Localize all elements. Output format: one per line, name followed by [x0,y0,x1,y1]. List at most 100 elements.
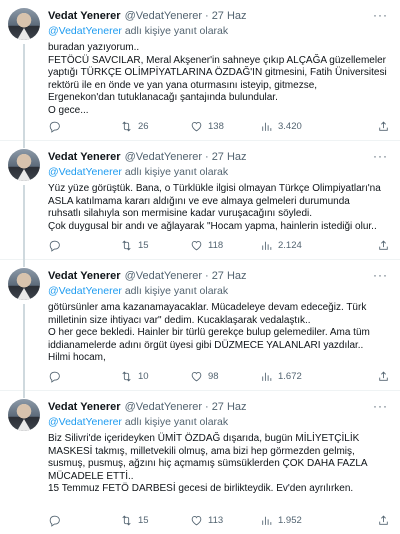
more-options-icon[interactable]: ··· [373,399,388,413]
heart-icon [191,371,202,381]
more-options-icon[interactable]: ··· [373,8,388,22]
reply-button[interactable] [48,120,120,133]
reply-context-text: adlı kişiye yanıt olarak [121,166,229,178]
tweet-text-line: buradan yazıyorum.. [48,42,140,53]
tweet-header: Vedat Yenerer @VedatYenerer · 27 Haz [48,268,390,284]
tweet-text: Biz Silivri'de içerideyken ÜMİT ÖZDAĞ dı… [48,433,390,496]
author-handle[interactable]: @VedatYenerer [125,151,202,163]
retweet-count: 26 [138,120,149,132]
retweet-icon [122,121,131,131]
tweet-text-line: iddianamelerde adını örgüt üyesi gibi DÜ… [48,339,364,351]
like-button[interactable]: 138 [190,120,260,133]
reply-button[interactable] [48,514,120,527]
tweet-text-line: Çok duygusal bir andı ve ağlayarak "Hoca… [48,220,377,232]
like-count: 113 [208,514,224,526]
reply-context: @VedatYenerer adlı kişiye yanıt olarak [48,165,390,180]
tweet-thread: ··· Vedat Yenerer @VedatYenerer · 27 Haz… [0,0,400,534]
separator-dot: · [205,10,209,22]
more-options-icon[interactable]: ··· [373,268,388,282]
tweet[interactable]: ··· Vedat Yenerer @VedatYenerer · 27 Haz… [0,391,400,534]
heart-icon [191,121,202,131]
reply-button[interactable] [48,370,120,383]
separator-dot: · [205,151,209,163]
tweet-text-line: Yüz yüze görüştük. Bana, o Türklükle ilg… [48,183,381,194]
avatar[interactable] [8,8,40,40]
share-icon [379,121,388,131]
views-count: 3.420 [278,120,302,132]
reply-mention-link[interactable]: @VedatYenerer [48,416,122,428]
reply-context-text: adlı kişiye yanıt olarak [121,25,229,37]
tweet-actions: 15 118 2.124 [48,237,390,253]
avatar[interactable] [8,149,40,181]
reply-mention-link[interactable]: @VedatYenerer [48,166,122,178]
tweet-date[interactable]: 27 Haz [212,401,247,413]
separator-dot: · [205,401,209,413]
tweet-text-line: Biz Silivri'de içerideyken ÜMİT ÖZDAĞ dı… [48,433,360,444]
author-name[interactable]: Vedat Yenerer [48,270,121,282]
share-button[interactable] [377,120,390,133]
retweet-count: 10 [138,370,149,382]
reply-mention-link[interactable]: @VedatYenerer [48,25,122,37]
author-handle[interactable]: @VedatYenerer [125,10,202,22]
views-button[interactable]: 2.124 [260,239,346,252]
tweet[interactable]: ··· Vedat Yenerer @VedatYenerer · 27 Haz… [0,141,400,267]
reply-button[interactable] [48,239,120,252]
views-chart-icon [262,372,272,381]
tweet-text: Yüz yüze görüştük. Bana, o Türklükle ilg… [48,183,390,233]
author-handle[interactable]: @VedatYenerer [125,401,202,413]
share-button[interactable] [377,514,390,527]
share-icon [379,240,388,250]
like-count: 98 [208,370,219,382]
tweet-text-line: milletinin size ihtiyacı var" dedim. Kuc… [48,314,311,326]
thread-connector-line [23,44,25,148]
views-button[interactable]: 3.420 [260,120,346,133]
author-name[interactable]: Vedat Yenerer [48,10,121,22]
tweet-date[interactable]: 27 Haz [212,270,247,282]
author-name[interactable]: Vedat Yenerer [48,151,121,163]
separator-dot: · [205,270,209,282]
views-chart-icon [262,516,272,525]
like-button[interactable]: 118 [190,239,260,252]
retweet-button[interactable]: 26 [120,120,190,133]
tweet-text-line: ASLA katılmama kararı aldığını ve eve al… [48,195,350,207]
tweet-text-line: FETÖCÜ SAVCILAR, Meral Akşener'in sahney… [48,54,386,66]
author-handle[interactable]: @VedatYenerer [125,270,202,282]
retweet-icon [122,515,131,525]
reply-icon [49,240,60,252]
tweet-actions: 15 113 1.952 [48,512,390,528]
tweet-text: götürsünler ama kazanamayacaklar. Mücade… [48,302,390,365]
tweet-text-line: susmuş, pusmuş, ağzını hiç açmamış sümsü… [48,458,368,470]
tweet-header: Vedat Yenerer @VedatYenerer · 27 Haz [48,399,390,415]
tweet-text-line: götürsünler ama kazanamayacaklar. Mücade… [48,302,367,313]
tweet[interactable]: ··· Vedat Yenerer @VedatYenerer · 27 Haz… [0,260,400,398]
tweet[interactable]: ··· Vedat Yenerer @VedatYenerer · 27 Haz… [0,0,400,148]
like-button[interactable]: 113 [190,514,260,527]
retweet-button[interactable]: 15 [120,239,190,252]
reply-icon [49,121,60,133]
tweet-text-line: 15 Temmuz FETÖ DARBESİ gecesi de birlikt… [48,483,354,495]
avatar[interactable] [8,399,40,431]
reply-context: @VedatYenerer adlı kişiye yanıt olarak [48,24,390,39]
like-button[interactable]: 98 [190,370,260,383]
retweet-button[interactable]: 10 [120,370,190,383]
tweet-date[interactable]: 27 Haz [212,151,247,163]
more-options-icon[interactable]: ··· [373,149,388,163]
reply-mention-link[interactable]: @VedatYenerer [48,285,122,297]
heart-icon [191,240,202,250]
tweet-header: Vedat Yenerer @VedatYenerer · 27 Haz [48,149,390,165]
author-name[interactable]: Vedat Yenerer [48,401,121,413]
views-count: 2.124 [278,239,302,251]
share-button[interactable] [377,370,390,383]
views-button[interactable]: 1.952 [260,514,346,527]
avatar[interactable] [8,268,40,300]
reply-context: @VedatYenerer adlı kişiye yanıt olarak [48,284,390,299]
share-button[interactable] [377,239,390,252]
tweet-text-line: MASKESİ takmış, milletvekili olmuş, ama … [48,445,355,457]
tweet-text-line: Ergenekon'dan tutuklanacağı şantajında b… [48,92,278,104]
tweet-text-line: MÜCADELE ETTİ.. [48,470,134,482]
tweet-date[interactable]: 27 Haz [212,10,247,22]
reply-context: @VedatYenerer adlı kişiye yanıt olarak [48,415,390,430]
views-button[interactable]: 1.672 [260,370,346,383]
retweet-button[interactable]: 15 [120,514,190,527]
like-count: 118 [208,239,224,251]
